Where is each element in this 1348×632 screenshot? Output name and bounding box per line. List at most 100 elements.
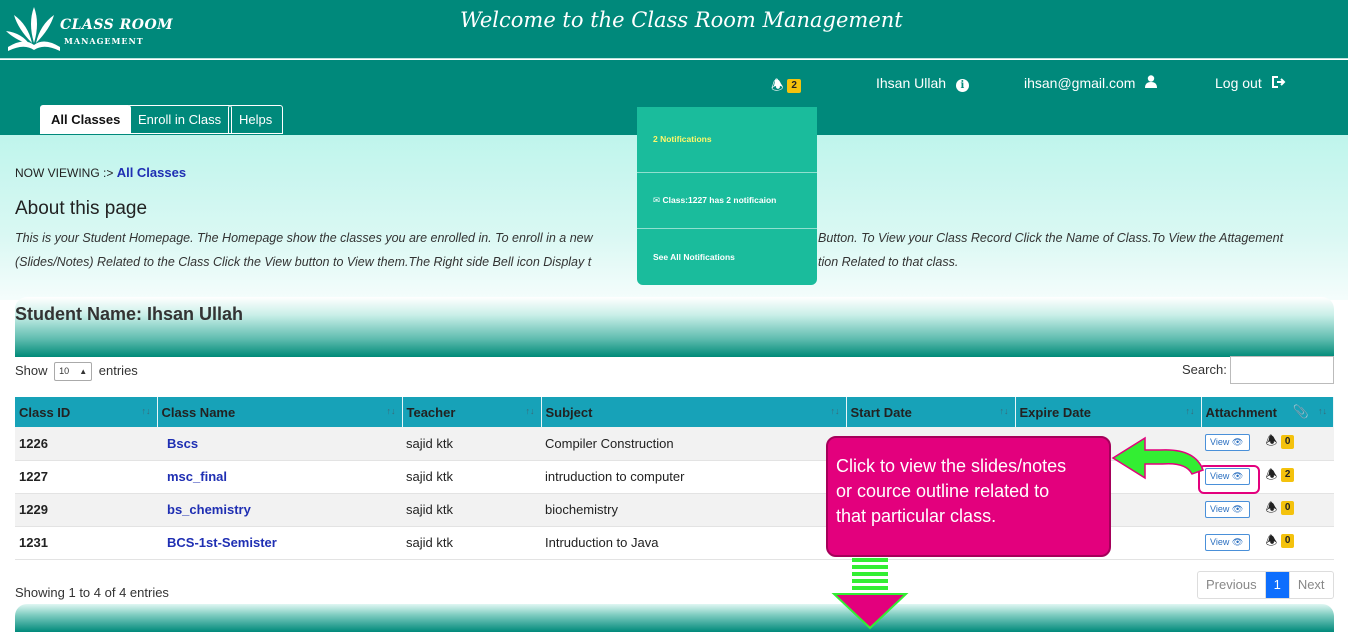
help-callout: Click to view the slides/notes or cource…	[826, 436, 1111, 557]
view-label: View	[1210, 437, 1230, 448]
student-name: Student Name: Ihsan Ullah	[15, 304, 244, 324]
col-attachment[interactable]: Attachment 📎 ↑↓	[1201, 397, 1334, 427]
class-name-link[interactable]: BCS-1st-Semister	[157, 526, 402, 560]
welcome-title: Welcome to the Class Room Management	[460, 8, 903, 32]
table-row: 1229 bs_chemistry sajid ktk biochemistry…	[15, 493, 1334, 527]
class-name-link[interactable]: Bscs	[157, 427, 402, 461]
table-row: 1226 Bscs sajid ktk Compiler Constructio…	[15, 427, 1334, 461]
classes-table: Class ID ↑↓ Class Name ↑↓ Teacher ↑↓ Subjec…	[15, 397, 1334, 560]
bottom-panel-header	[15, 604, 1334, 632]
pager-previous[interactable]: Previous	[1198, 572, 1266, 598]
teacher: sajid ktk	[402, 526, 541, 560]
table-row: 1231 BCS-1st-Semister sajid ktk Intruduc…	[15, 526, 1334, 560]
paperclip-icon: 📎	[1292, 404, 1309, 419]
callout-line-1: Click to view the slides/notes	[836, 456, 1067, 476]
entries-value: 10	[59, 366, 70, 376]
pager-next[interactable]: Next	[1290, 572, 1333, 598]
entries-select[interactable]: 10 ▲	[54, 362, 93, 381]
sort-icon: ↑↓	[141, 406, 151, 416]
user-name-link[interactable]: Ihsan Ullah i	[876, 75, 969, 92]
logo-subtext: MANAGEMENT	[64, 36, 144, 46]
show-label: Show	[15, 362, 48, 378]
attachment-cell: View 👁 🕭 0	[1201, 427, 1334, 461]
divider	[637, 228, 817, 229]
col-teacher[interactable]: Teacher ↑↓	[402, 397, 542, 427]
col-start-date[interactable]: Start Date ↑↓	[846, 397, 1016, 427]
view-button[interactable]: View 👁	[1205, 533, 1250, 551]
breadcrumb-current[interactable]: All Classes	[117, 165, 186, 180]
col-label: Attachment	[1205, 404, 1278, 420]
about-line-1b: Button. To View your Class Record Click …	[818, 231, 1284, 245]
divider	[637, 172, 817, 173]
row-notification-badge: 0	[1280, 534, 1295, 549]
view-label: View	[1210, 536, 1230, 547]
pagination: Previous 1 Next	[1197, 571, 1334, 599]
notification-item[interactable]: ✉ Class:1227 has 2 notificaion	[637, 195, 817, 206]
col-label: Teacher	[406, 404, 456, 420]
sort-icon: ↑↓	[1318, 406, 1327, 416]
tab-helps[interactable]: Helps	[228, 105, 284, 134]
eye-icon: 👁	[1231, 536, 1244, 547]
col-expire-date[interactable]: Expire Date ↑↓	[1015, 397, 1202, 427]
notification-bell[interactable]: 🕭 2	[771, 75, 801, 99]
search-label: Search:	[1182, 362, 1227, 377]
row-notification[interactable]: 🕭 0	[1266, 532, 1295, 554]
bell-icon: 🕭	[1265, 433, 1278, 449]
show-entries: Show 10 ▲ entries	[15, 362, 138, 381]
callout-line-2: or cource outline related to	[836, 481, 1050, 501]
row-notification-badge: 2	[1280, 468, 1295, 483]
teacher: sajid ktk	[402, 493, 541, 527]
attachment-cell: View 👁 🕭 0	[1201, 526, 1334, 560]
logout-icon	[1271, 75, 1286, 91]
logo[interactable]: CLASS ROOM MANAGEMENT	[4, 3, 173, 55]
email-link[interactable]: ihsan@gmail.com	[1024, 75, 1158, 91]
col-subject[interactable]: Subject ↑↓	[541, 397, 847, 427]
logout-link[interactable]: Log out	[1215, 75, 1286, 91]
about-line-2b: tion Related to that class.	[818, 255, 959, 269]
col-class-id[interactable]: Class ID ↑↓	[15, 397, 158, 427]
search-input[interactable]	[1230, 356, 1334, 384]
sort-icon: ↑↓	[830, 406, 840, 416]
view-button[interactable]: View 👁	[1205, 434, 1250, 452]
attachment-cell: View 👁 🕭 0	[1201, 493, 1334, 527]
col-label: Class Name	[161, 404, 236, 420]
info-icon: i	[955, 79, 969, 92]
tab-enroll-in-class[interactable]: Enroll in Class	[127, 105, 233, 134]
logout-label: Log out	[1215, 75, 1262, 91]
about-line-2: (Slides/Notes) Related to the Class Clic…	[15, 255, 592, 269]
row-notification[interactable]: 🕭 0	[1266, 432, 1295, 454]
notification-header: 2 Notifications	[653, 134, 712, 144]
col-label: Class ID	[19, 404, 71, 420]
notification-dropdown: 2 Notifications ✉ Class:1227 has 2 notif…	[637, 107, 817, 285]
notification-count-badge: 2	[787, 79, 801, 94]
class-name-link[interactable]: msc_final	[157, 460, 402, 494]
subject: Intruduction to Java	[541, 526, 846, 560]
sort-icon: ↑↓	[999, 406, 1009, 416]
col-class-name[interactable]: Class Name ↑↓	[157, 397, 403, 427]
eye-icon: 👁	[1231, 437, 1244, 448]
class-name-link[interactable]: bs_chemistry	[157, 493, 402, 527]
tab-all-classes[interactable]: All Classes	[40, 105, 132, 134]
class-id: 1229	[15, 493, 157, 527]
col-label: Expire Date	[1019, 404, 1092, 420]
breadcrumb-prefix: NOW VIEWING :>	[15, 166, 114, 180]
breadcrumb: NOW VIEWING :> All Classes	[15, 165, 186, 180]
row-notification[interactable]: 🕭 2	[1266, 466, 1295, 488]
row-notification[interactable]: 🕭 0	[1266, 499, 1295, 521]
entries-label: entries	[98, 362, 138, 378]
sort-icon: ↑↓	[1185, 406, 1195, 416]
teacher: sajid ktk	[402, 427, 541, 461]
subject: intruduction to computer	[541, 460, 846, 494]
row-notification-badge: 0	[1280, 434, 1295, 449]
bell-icon: 🕭	[1265, 532, 1278, 548]
subject: Compiler Construction	[541, 427, 846, 461]
view-button[interactable]: View 👁	[1205, 500, 1250, 518]
bell-icon: 🕭	[1265, 499, 1278, 515]
user-name: Ihsan Ullah	[876, 75, 947, 91]
user-email: ihsan@gmail.com	[1024, 75, 1136, 91]
pager-page-1[interactable]: 1	[1265, 572, 1290, 598]
logo-text: CLASS ROOM	[60, 17, 174, 33]
see-all-notifications-link[interactable]: See All Notifications	[637, 252, 817, 262]
col-label: Start Date	[850, 404, 912, 420]
class-id: 1227	[15, 460, 157, 494]
